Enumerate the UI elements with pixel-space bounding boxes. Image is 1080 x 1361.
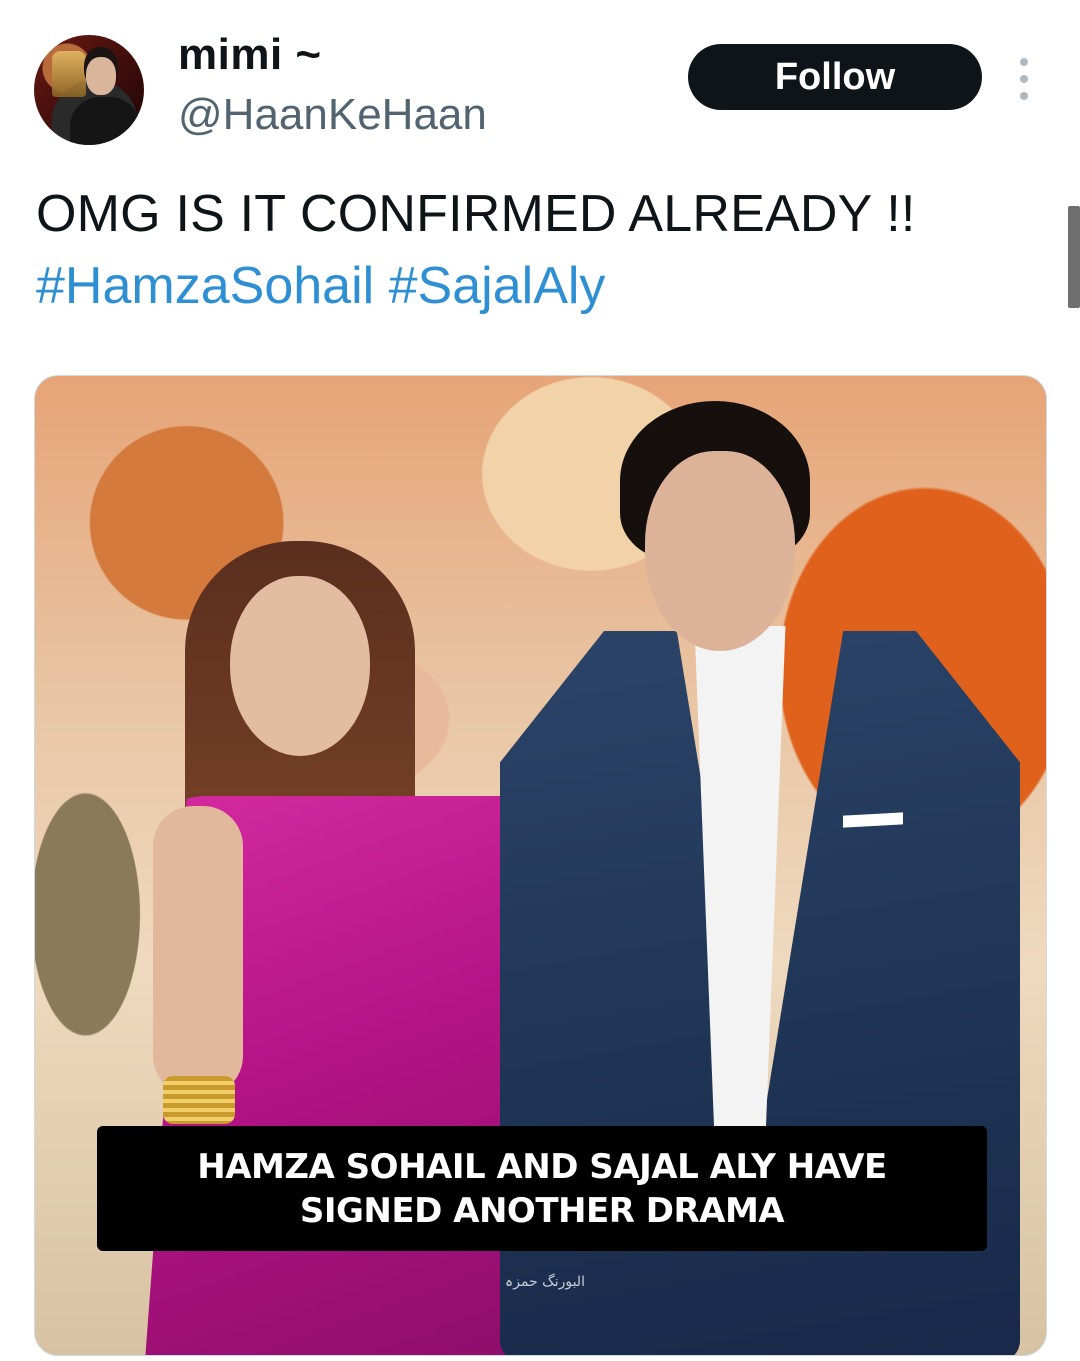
hashtag-line: #HamzaSohail #SajalAly: [36, 254, 605, 318]
media-caption-line1: HAMZA SOHAIL AND SAJAL ALY HAVE: [197, 1146, 887, 1187]
more-dot: [1020, 58, 1028, 66]
media-watermark: البورنگ حمزہ: [505, 1274, 585, 1290]
more-options-icon[interactable]: [1012, 58, 1036, 100]
author-handle[interactable]: @HaanKeHaan: [178, 90, 487, 140]
avatar-trophy: [52, 51, 86, 97]
hashtag-link-hamzasohail[interactable]: #HamzaSohail: [36, 257, 374, 315]
media-caption-line2: SIGNED ANOTHER DRAMA: [299, 1190, 785, 1231]
media-caption: HAMZA SOHAIL AND SAJAL ALY HAVE SIGNED A…: [97, 1126, 987, 1251]
photo-bangles: [163, 1076, 235, 1124]
scrollbar-thumb[interactable]: [1068, 206, 1080, 308]
photo-woman-face: [230, 576, 370, 756]
more-dot: [1020, 75, 1028, 83]
author-avatar[interactable]: [34, 35, 144, 145]
tweet-text: OMG IS IT CONFIRMED ALREADY !!: [36, 185, 916, 243]
tweet-media-image[interactable]: HAMZA SOHAIL AND SAJAL ALY HAVE SIGNED A…: [34, 375, 1047, 1356]
author-display-name[interactable]: mimi ~: [178, 30, 322, 80]
hashtag-link-sajalaly[interactable]: #SajalAly: [389, 257, 606, 315]
avatar-suit: [70, 97, 140, 145]
photo-woman-arm: [153, 806, 243, 1096]
avatar-face: [86, 57, 116, 95]
follow-button[interactable]: Follow: [688, 44, 982, 110]
more-dot: [1020, 92, 1028, 100]
photo-man-face: [645, 451, 795, 651]
